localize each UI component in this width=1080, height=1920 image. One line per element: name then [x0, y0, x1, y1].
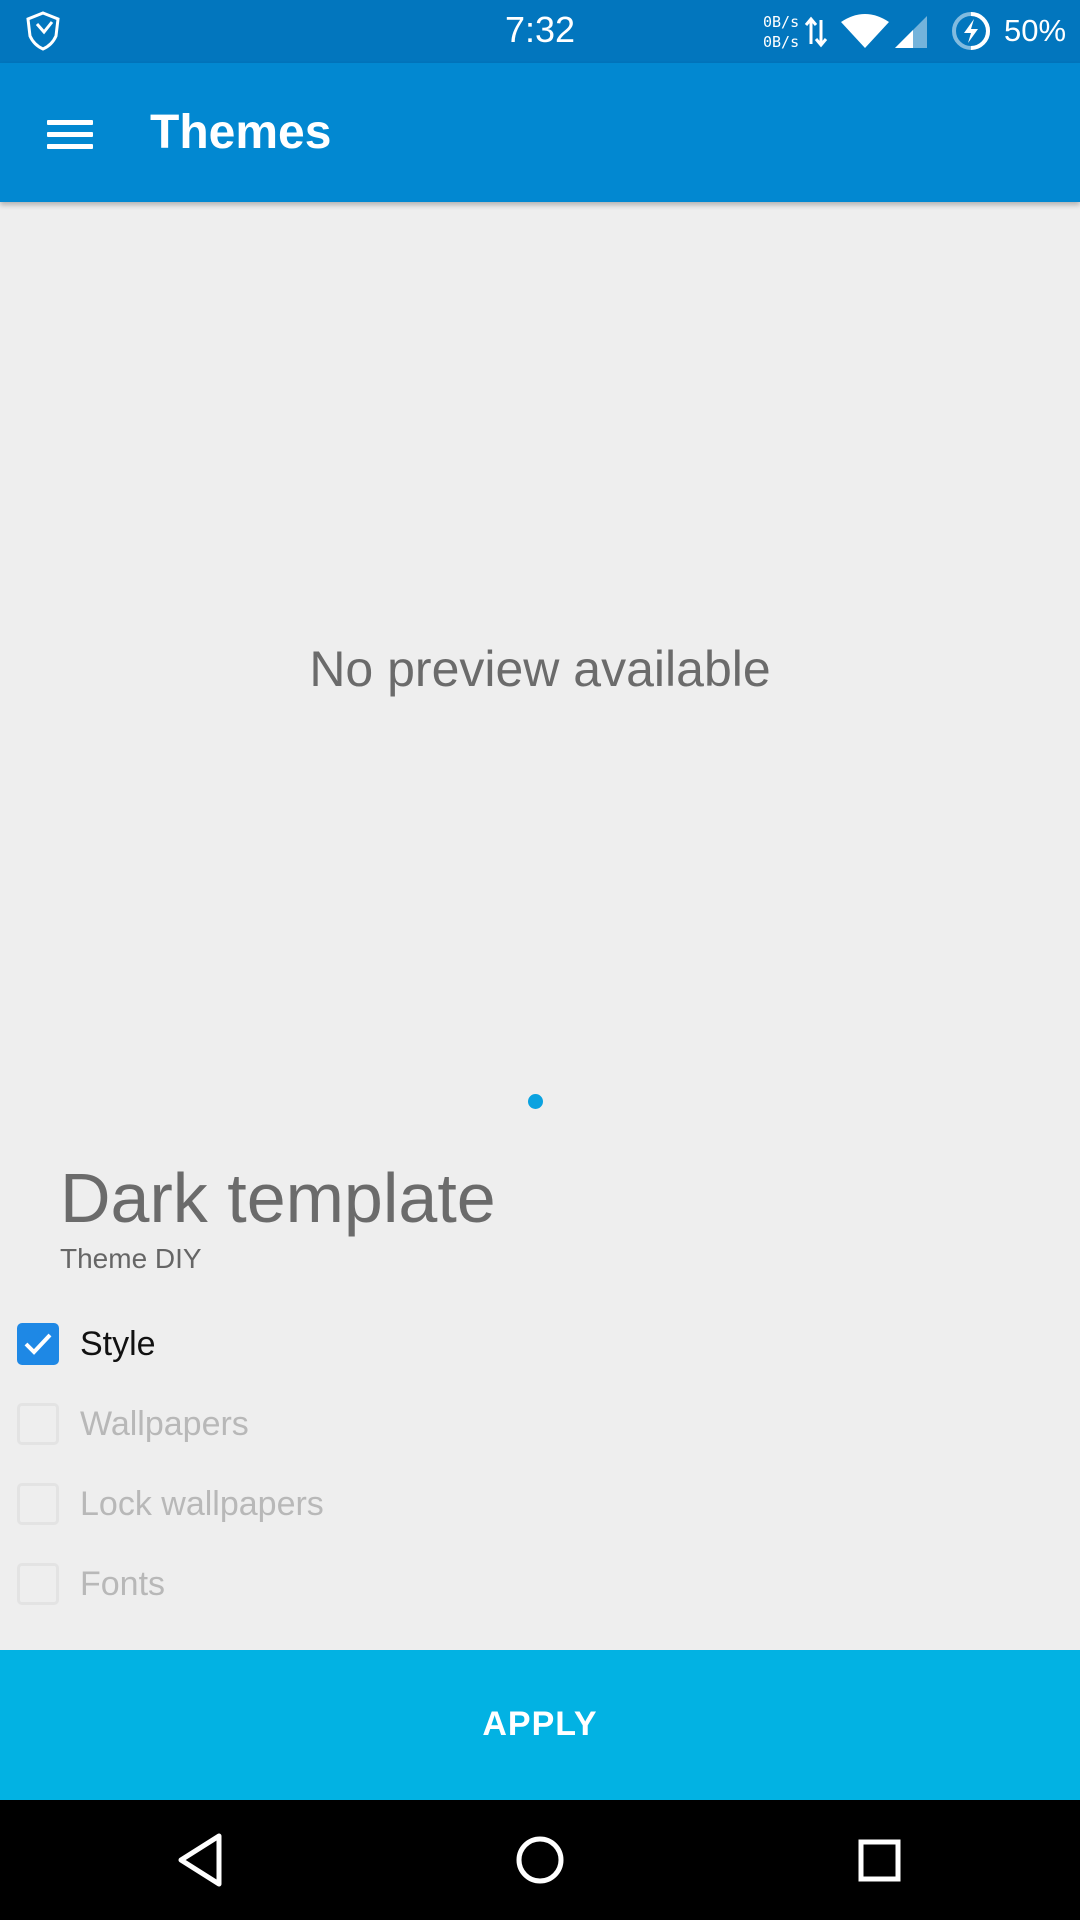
option-style[interactable]: Style — [0, 1313, 600, 1383]
option-fonts[interactable]: Fonts — [0, 1553, 600, 1623]
apply-label: APPLY — [482, 1705, 598, 1743]
network-down-speed: 0B/s — [763, 33, 800, 51]
fonts-checkbox[interactable] — [17, 1563, 59, 1605]
check-icon — [24, 1333, 52, 1355]
home-icon[interactable] — [495, 1830, 585, 1890]
page-title: Themes — [150, 106, 332, 159]
cell-signal-icon — [895, 16, 927, 48]
recents-icon[interactable] — [835, 1830, 925, 1890]
option-label: Lock wallpapers — [80, 1485, 324, 1523]
menu-bar-line — [47, 132, 93, 137]
option-label: Wallpapers — [80, 1405, 249, 1443]
option-lock-wallpapers[interactable]: Lock wallpapers — [0, 1473, 600, 1543]
menu-bar-line — [47, 120, 93, 125]
wallpapers-checkbox[interactable] — [17, 1403, 59, 1445]
theme-preview[interactable]: No preview available — [0, 202, 1080, 1109]
network-speed: 0B/s 0B/s — [763, 12, 805, 52]
back-icon[interactable] — [155, 1830, 245, 1890]
menu-button[interactable] — [30, 97, 110, 169]
apply-button[interactable]: APPLY — [0, 1650, 1080, 1800]
option-label: Fonts — [80, 1565, 166, 1603]
navigation-bar — [0, 1800, 1080, 1920]
wifi-icon — [841, 14, 889, 48]
app-bar: Themes — [0, 63, 1080, 202]
lock-wallpapers-checkbox[interactable] — [17, 1483, 59, 1525]
option-label: Style — [80, 1325, 156, 1363]
network-up-speed: 0B/s — [763, 13, 800, 31]
menu-bar-line — [47, 144, 93, 149]
page-indicator-dot — [528, 1094, 543, 1109]
screen: 7:32 0B/s 0B/s 50% Themes No preview ava… — [0, 0, 1080, 1920]
battery-percent: 50% — [1004, 13, 1067, 48]
option-wallpapers[interactable]: Wallpapers — [0, 1393, 600, 1463]
battery-charging-icon — [952, 12, 990, 50]
data-arrows-icon — [804, 16, 828, 48]
theme-name: Dark template — [60, 1159, 496, 1237]
style-checkbox[interactable] — [17, 1323, 59, 1365]
theme-author: Theme DIY — [60, 1243, 202, 1274]
no-preview-message: No preview available — [309, 641, 771, 697]
status-bar: 7:32 0B/s 0B/s 50% — [0, 0, 1080, 63]
